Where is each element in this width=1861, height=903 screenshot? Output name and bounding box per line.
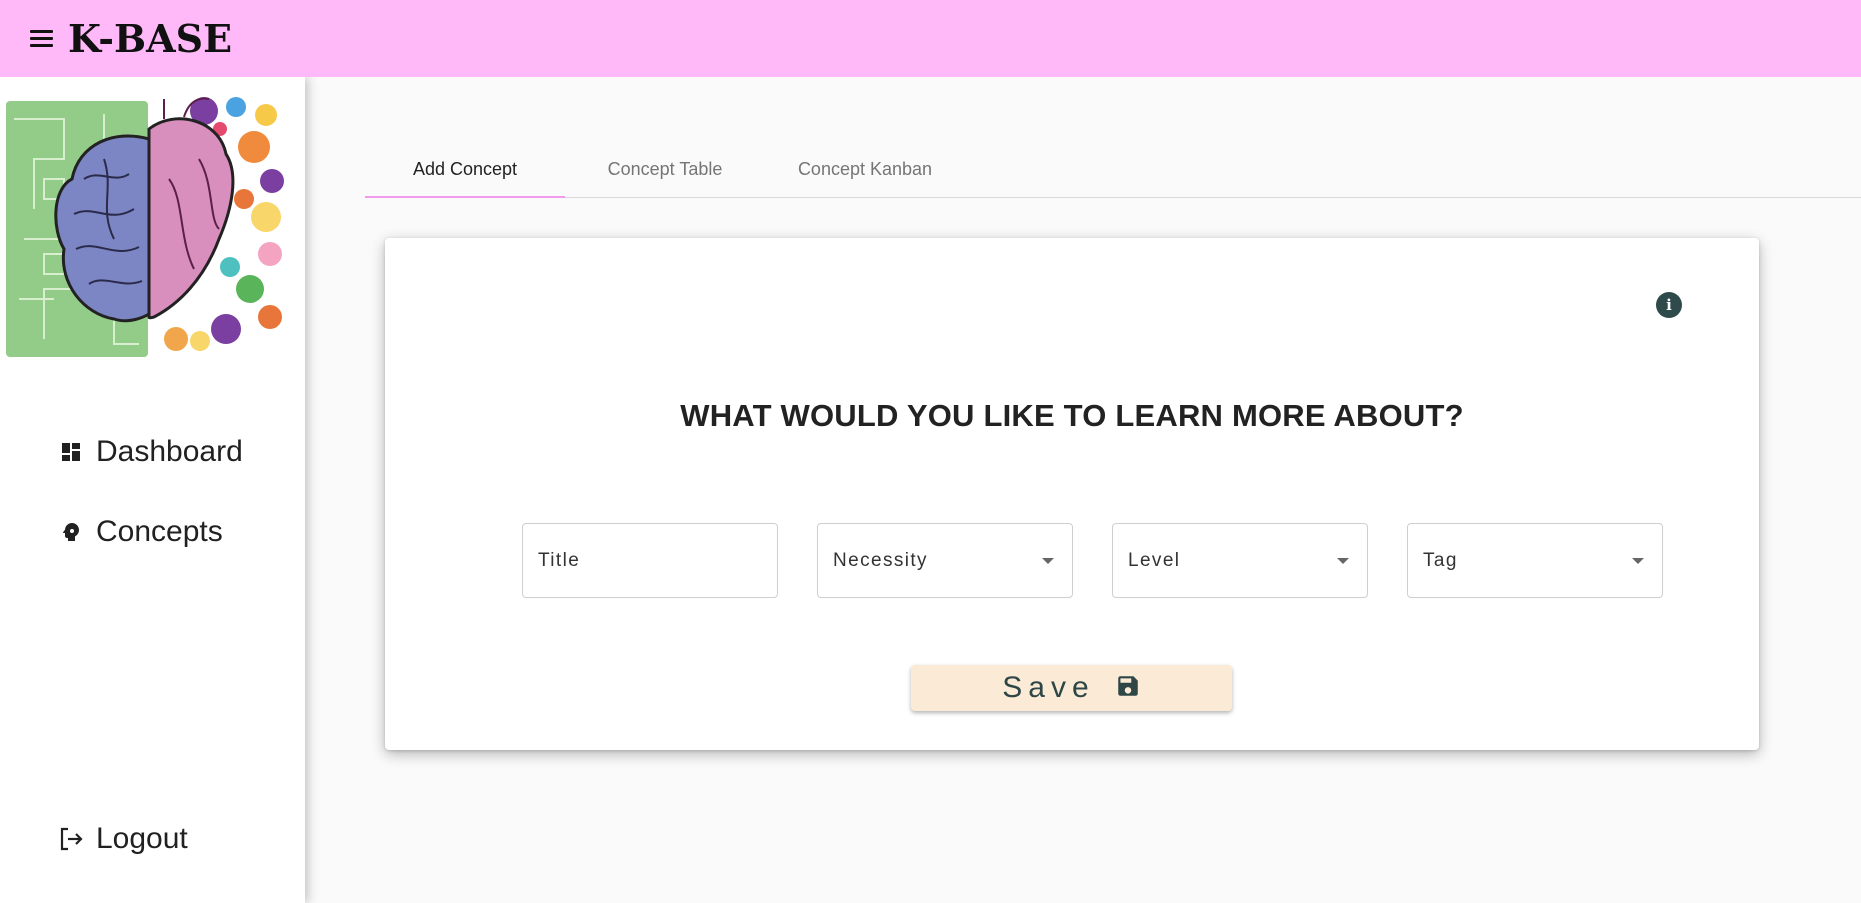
save-button[interactable]: Save (911, 665, 1232, 711)
brain-heart-logo (6, 97, 284, 357)
logout-icon (58, 826, 84, 852)
tag-select[interactable]: Tag (1407, 523, 1663, 598)
dropdown-arrow-icon (1337, 558, 1349, 564)
level-select[interactable]: Level (1112, 523, 1368, 598)
add-concept-card: i WHAT WOULD YOU LIKE TO LEARN MORE ABOU… (385, 238, 1759, 750)
dropdown-arrow-icon (1632, 558, 1644, 564)
active-tab-indicator (365, 196, 565, 198)
logout-label: Logout (96, 822, 188, 855)
tab-concept-kanban[interactable]: Concept Kanban (765, 140, 965, 198)
title-field[interactable]: Title (522, 523, 778, 598)
info-icon[interactable]: i (1656, 292, 1682, 318)
dropdown-arrow-icon (1042, 558, 1054, 564)
sidebar-item-label: Concepts (96, 515, 223, 548)
tab-bar: Add Concept Concept Table Concept Kanban (365, 140, 1861, 198)
sidebar-item-label: Dashboard (96, 435, 243, 468)
floppy-disk-icon (1115, 673, 1141, 704)
app-brand: K-BASE (68, 16, 233, 61)
title-field-label: Title (538, 549, 581, 571)
form-heading: WHAT WOULD YOU LIKE TO LEARN MORE ABOUT? (680, 398, 1464, 433)
sidebar-item-concepts[interactable]: Concepts (58, 515, 223, 549)
logout-button[interactable]: Logout (58, 822, 188, 856)
info-icon-glyph: i (1666, 296, 1672, 314)
dashboard-icon (58, 439, 84, 465)
tab-concept-table[interactable]: Concept Table (565, 140, 765, 198)
save-button-label: Save (1002, 671, 1095, 704)
menu-icon[interactable] (30, 29, 56, 49)
level-select-label: Level (1128, 549, 1181, 571)
top-app-bar: K-BASE (0, 0, 1861, 77)
tab-add-concept[interactable]: Add Concept (365, 140, 565, 198)
sidebar-item-dashboard[interactable]: Dashboard (58, 435, 243, 469)
psychology-icon (58, 519, 84, 545)
tag-select-label: Tag (1423, 549, 1458, 571)
necessity-select[interactable]: Necessity (817, 523, 1073, 598)
necessity-select-label: Necessity (833, 549, 928, 571)
sidebar: Dashboard Concepts Logout (0, 77, 305, 903)
